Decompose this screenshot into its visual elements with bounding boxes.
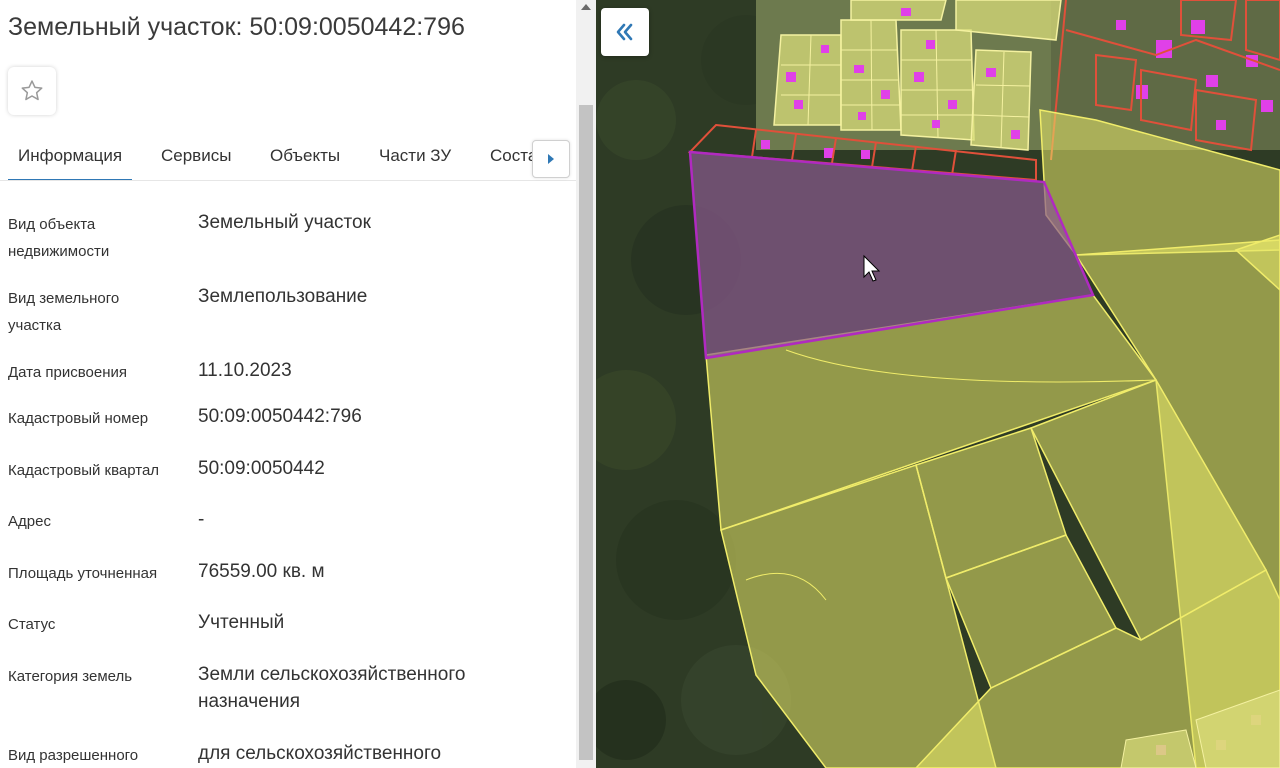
scrollbar-thumb[interactable] xyxy=(579,105,593,760)
field-value-permitted-use: для сельскохозяйственного xyxy=(198,743,442,764)
field-value-object-type: Земельный участок xyxy=(198,212,371,233)
tab-composition[interactable]: Соста xyxy=(490,146,537,166)
tab-objects[interactable]: Объекты xyxy=(270,146,340,166)
tab-parts[interactable]: Части ЗУ xyxy=(379,146,451,166)
field-value-address: - xyxy=(198,509,205,530)
panel-scrollbar[interactable] xyxy=(576,0,596,768)
tabs-next-button[interactable] xyxy=(532,140,570,178)
chevron-right-icon xyxy=(548,154,554,164)
tab-bar: Информация Сервисы Объекты Части ЗУ Сост… xyxy=(0,134,576,181)
field-value-status: Учтенный xyxy=(198,612,285,633)
field-label-land-type: Вид земельного участка xyxy=(8,290,120,334)
field-label-status: Статус xyxy=(8,616,56,633)
field-value-assign-date: 11.10.2023 xyxy=(198,360,292,381)
field-value-cadastral-number: 50:09:0050442:796 xyxy=(198,406,362,427)
field-label-cadastral-number: Кадастровый номер xyxy=(8,410,149,427)
field-label-permitted-use: Вид разрешенного xyxy=(8,747,139,764)
field-label-assign-date: Дата присвоения xyxy=(8,364,127,381)
field-value-land-category: Земли сельскохозяйственного назначения xyxy=(198,664,466,712)
field-value-land-type: Землепользование xyxy=(198,286,368,307)
field-label-object-type: Вид объекта недвижимости xyxy=(8,216,110,260)
favorite-button[interactable] xyxy=(8,67,56,115)
page-title: Земельный участок: 50:09:0050442:796 xyxy=(8,13,465,41)
field-value-cadastral-block: 50:09:0050442 xyxy=(198,458,325,479)
field-label-cadastral-block: Кадастровый квартал xyxy=(8,462,160,479)
info-panel: Земельный участок: 50:09:0050442:796 Инф… xyxy=(0,0,596,768)
double-chevron-left-icon xyxy=(616,23,633,41)
field-value-area: 76559.00 кв. м xyxy=(198,561,325,582)
tab-information[interactable]: Информация xyxy=(7,146,133,180)
collapse-panel-button[interactable] xyxy=(601,8,649,56)
satellite-map xyxy=(596,0,1280,768)
tab-services[interactable]: Сервисы xyxy=(161,146,231,166)
map-view[interactable] xyxy=(596,0,1280,768)
scroll-up-arrow-icon[interactable] xyxy=(581,4,591,10)
field-label-address: Адрес xyxy=(8,513,51,530)
field-label-area: Площадь уточненная xyxy=(8,565,158,582)
field-label-land-category: Категория земель xyxy=(8,668,133,685)
star-icon xyxy=(21,80,43,101)
